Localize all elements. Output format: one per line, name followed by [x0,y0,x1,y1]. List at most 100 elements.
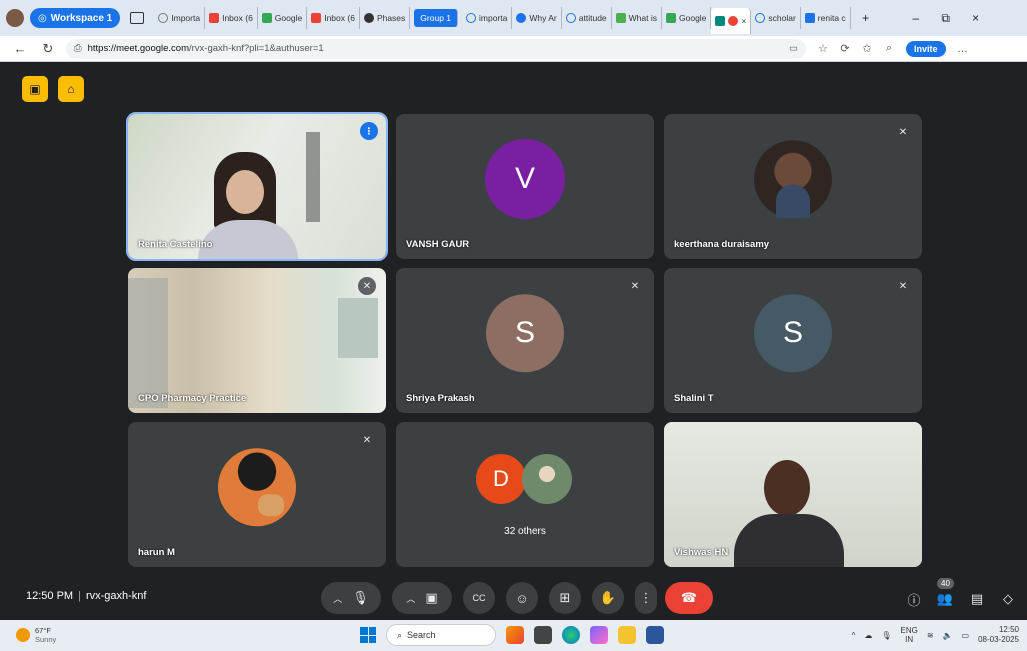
participant-photo [754,139,832,218]
browser-tab[interactable]: scholar [751,7,801,29]
participant-name: VANSH GAUR [406,239,470,250]
search-icon [565,13,576,23]
install-app-icon[interactable]: ▭ [789,43,798,54]
others-tile[interactable]: D 32 others [396,422,654,567]
reload-icon[interactable]: ↻ [38,41,58,57]
taskbar-apps: ⌕ Search [360,624,664,646]
weather-widget[interactable]: 67°F Sunny [16,626,56,644]
address-bar: ← ↻ ⎙ https://meet.google.com/rvx-gaxh-k… [0,36,1027,62]
browser-tab[interactable]: renita c [801,7,851,29]
page-info-icon[interactable]: ⎙ [74,43,82,54]
favorite-star-icon[interactable]: ☆ [812,42,834,55]
windows-start-icon[interactable] [360,627,376,643]
microphone-tray-icon[interactable]: 🎙 [881,631,891,640]
search-page-icon[interactable]: ⌕ [878,42,900,55]
restore-button[interactable]: ⧉ [931,11,961,26]
browser-tab[interactable]: Inbox (6 [205,7,258,29]
present-button[interactable]: ⊞ [549,582,581,614]
participant-tile[interactable]: ✕ keerthana duraisamy [664,114,922,259]
meeting-details-button[interactable]: ⓘ [903,588,925,610]
people-button[interactable]: 40 👥 [934,578,956,610]
browser-tab[interactable]: What is [612,7,662,29]
invite-button[interactable]: Invite [906,40,946,57]
video-feed [664,422,922,567]
mic-off-icon: ✕ [898,280,908,292]
participant-tile[interactable]: S ✕ Shriya Prakash [396,268,654,413]
browser-tab[interactable]: Importa [154,7,206,29]
windows-taskbar: 67°F Sunny ⌕ Search ^ ☁ 🎙 ENG IN ≋ 🔈 ▭ 12:5… [0,620,1027,651]
cloud-icon[interactable]: ☁ [864,631,872,640]
favorites-icon[interactable]: ✩ [856,42,878,55]
end-call-button[interactable]: ☎ [665,582,713,614]
captions-button[interactable]: CC [463,582,495,614]
browser-tab[interactable]: Why Ar [512,7,562,29]
wifi-icon[interactable]: ≋ [927,631,934,640]
workspace-button[interactable]: ◎ Workspace 1 [30,8,121,28]
taskbar-search[interactable]: ⌕ Search [386,624,496,646]
tab-actions-icon[interactable] [130,12,145,24]
back-arrow-icon[interactable]: ← [10,41,30,56]
more-menu-icon[interactable]: … [952,43,974,55]
profile-avatar[interactable] [6,9,24,27]
chevron-up-icon: ︿ [406,593,416,604]
file-explorer-icon[interactable] [618,626,636,644]
gt-icon [615,13,626,23]
reactions-button[interactable]: ☺ [506,582,538,614]
volume-icon[interactable]: 🔈 [943,631,953,640]
video-settings-button[interactable]: ︿ ▣ [392,582,452,614]
minimize-button[interactable]: – [901,11,931,25]
participant-tile[interactable]: V VANSH GAUR [396,114,654,259]
audio-settings-button[interactable]: ︿ 🎙 [321,582,381,614]
copilot-icon[interactable] [590,626,608,644]
app-icon [363,13,374,23]
close-window-button[interactable]: × [961,11,991,25]
participant-name: Vishwas HN [674,547,729,558]
participant-photo [218,447,296,526]
search-icon [466,13,477,23]
activities-button[interactable]: ◇ [997,588,1019,610]
widgets-icon[interactable] [506,626,524,644]
battery-icon[interactable]: ▭ [962,631,970,640]
browser-tab[interactable]: attitude [562,7,612,29]
camera-icon: ▣ [425,590,438,605]
participant-name: keerthana duraisamy [674,239,770,250]
door-icon[interactable]: ⌂ [58,76,84,102]
new-tab-button[interactable]: + [851,11,881,25]
activities-icon: ◇ [1003,591,1013,606]
task-view-icon[interactable] [534,626,552,644]
participant-avatar: S [486,293,564,372]
raise-hand-button[interactable]: ✋ [592,582,624,614]
meeting-code: rvx-gaxh-knf [85,590,147,602]
video-feed [128,268,386,413]
mic-off-icon: ✕ [630,280,640,292]
browser-tab[interactable]: Phases [360,7,411,29]
browser-tab-active[interactable]: × [711,8,752,34]
language-indicator[interactable]: ENG IN [901,626,918,644]
participant-tile[interactable]: ⋮ Renita Castelino [126,112,388,261]
present-screen-icon: ⊞ [559,590,571,605]
word-icon[interactable] [646,626,664,644]
extensions-icon[interactable]: ⟳ [834,42,856,55]
participant-tile[interactable]: ✕ CPO Pharmacy Practice [128,268,386,413]
participant-name: Shriya Prakash [406,393,475,404]
browser-tab[interactable]: Google [662,7,712,29]
browser-tab[interactable]: Google [258,7,308,29]
edge-browser-icon[interactable] [562,626,580,644]
browser-tab[interactable]: Inbox (6 [307,7,360,29]
close-tab-icon[interactable]: × [741,16,746,26]
temperature: 67°F [35,626,51,635]
url-field[interactable]: ⎙ https://meet.google.com/rvx-gaxh-knf?p… [66,38,806,59]
participant-tile[interactable]: S ✕ Shalini T [664,268,922,413]
participant-tile[interactable]: ✕ harun M [128,422,386,567]
participant-tile[interactable]: Vishwas HN [664,422,922,567]
leave-call-cutout-icon[interactable]: ▣ [22,76,48,102]
taskbar-clock[interactable]: 12:50 08-03-2025 [978,625,1019,645]
video-feed [128,114,386,259]
tab-group-label[interactable]: Group 1 [414,9,459,27]
chat-icon: ▤ [970,591,984,606]
more-options-button[interactable]: ⋮ [635,582,657,614]
participant-avatar: D [476,454,526,504]
chat-button[interactable]: ▤ [966,588,988,610]
browser-tab[interactable]: importa [462,7,513,29]
chevron-up-icon[interactable]: ^ [852,631,856,640]
